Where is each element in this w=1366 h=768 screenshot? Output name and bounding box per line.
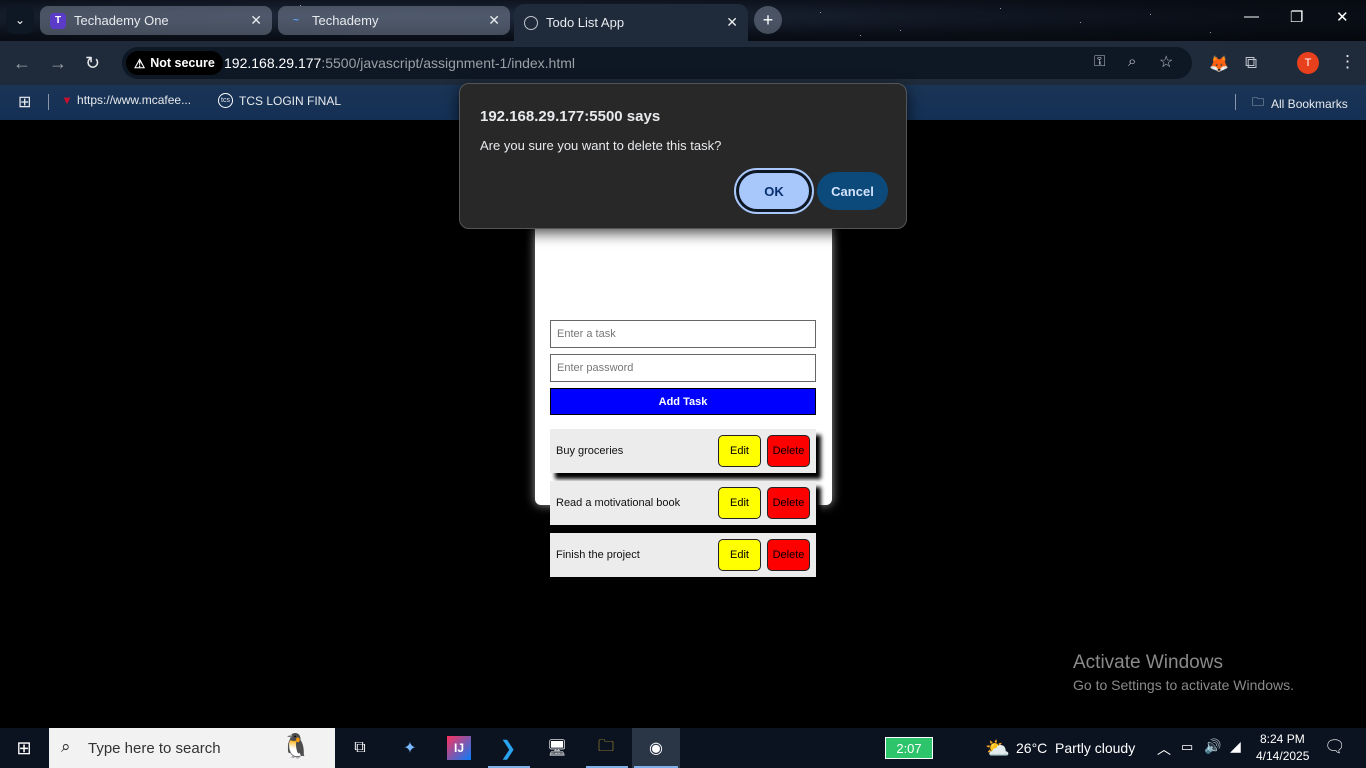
tab-strip: ⌄ T Techademy One ✕ ~ Techademy ✕ Todo L… bbox=[0, 0, 1366, 41]
techademy-icon: ~ bbox=[293, 15, 299, 26]
battery-icon[interactable]: ▭ bbox=[1181, 739, 1193, 755]
delete-button[interactable]: Delete bbox=[767, 487, 810, 519]
edit-button[interactable]: Edit bbox=[718, 487, 761, 519]
search-placeholder: Type here to search bbox=[88, 740, 221, 757]
tab-title: Todo List App bbox=[546, 15, 625, 30]
file-explorer-icon[interactable]: 🗀 bbox=[594, 736, 618, 760]
password-input[interactable]: Enter password bbox=[550, 354, 816, 382]
weather-text[interactable]: 26°C Partly cloudy bbox=[1016, 740, 1135, 756]
all-bookmarks[interactable]: 🗀 All Bookmarks bbox=[1252, 93, 1348, 114]
partly-cloudy-icon: ⛅ bbox=[985, 738, 1010, 760]
chrome-icon: ◉ bbox=[649, 740, 663, 757]
clock-date[interactable]: 4/14/2025 bbox=[1256, 749, 1309, 763]
notifications-icon[interactable]: 🗨 bbox=[1324, 737, 1346, 757]
restore-icon[interactable]: ❐ bbox=[1290, 8, 1303, 26]
chevron-up-icon[interactable]: ︿ bbox=[1157, 739, 1171, 759]
wifi-icon[interactable]: ◢ bbox=[1230, 738, 1241, 755]
close-icon[interactable]: ✕ bbox=[488, 12, 500, 29]
bookmark-tcs-login[interactable]: tcs TCS LOGIN FINAL bbox=[218, 93, 341, 108]
confirm-dialog: 192.168.29.177:5500 says Are you sure yo… bbox=[459, 83, 907, 229]
tab-title: Techademy One bbox=[74, 13, 169, 28]
close-icon[interactable]: ✕ bbox=[250, 12, 262, 29]
intellij-icon[interactable]: IJ bbox=[447, 736, 471, 760]
zoom-icon[interactable]: ⌕ bbox=[1128, 53, 1136, 70]
activate-windows-subtitle: Go to Settings to activate Windows. bbox=[1073, 677, 1294, 693]
minimize-icon[interactable]: — bbox=[1244, 8, 1259, 25]
task-view-icon[interactable]: ⧉ bbox=[348, 736, 372, 760]
back-icon[interactable]: ← bbox=[13, 53, 31, 74]
vscode-icon[interactable]: ❯ bbox=[496, 736, 520, 760]
ok-button[interactable]: OK bbox=[734, 168, 814, 214]
new-tab-button[interactable]: + bbox=[754, 6, 782, 34]
not-secure-chip[interactable]: ⚠ Not secure bbox=[126, 51, 223, 75]
bookmark-star-icon[interactable]: ☆ bbox=[1159, 52, 1173, 72]
url-text[interactable]: 192.168.29.177:5500/javascript/assignmen… bbox=[224, 55, 575, 71]
taskbar-search-box[interactable]: ⌕ Type here to search 🐧 bbox=[49, 728, 335, 768]
control-panel-icon[interactable]: 🖥 bbox=[545, 736, 569, 760]
bookmark-separator bbox=[1235, 94, 1236, 110]
task-item: Read a motivational book Edit Delete bbox=[550, 481, 816, 525]
todo-card: Enter a task Enter password Add Task Buy… bbox=[535, 220, 832, 577]
folder-icon: 🗀 bbox=[1252, 95, 1265, 109]
dialog-title: 192.168.29.177:5500 says bbox=[480, 108, 661, 125]
close-window-icon[interactable]: ✕ bbox=[1336, 8, 1349, 26]
apps-grid-icon[interactable]: ⊞ bbox=[18, 92, 31, 112]
tab-title: Techademy bbox=[312, 13, 379, 28]
task-label: Buy groceries bbox=[556, 445, 624, 457]
metamask-icon[interactable]: 🦊 bbox=[1209, 54, 1229, 74]
edit-button[interactable]: Edit bbox=[718, 539, 761, 571]
avatar[interactable]: T bbox=[1297, 52, 1319, 74]
reload-icon[interactable]: ↻ bbox=[85, 53, 100, 74]
chrome-taskbar-button[interactable]: ◉ bbox=[632, 728, 680, 768]
techademy-t-icon: T bbox=[50, 12, 66, 29]
activate-windows-title: Activate Windows bbox=[1073, 652, 1223, 673]
speaker-icon[interactable]: 🔊 bbox=[1204, 738, 1221, 755]
task-label: Finish the project bbox=[556, 549, 640, 561]
forward-icon[interactable]: → bbox=[49, 53, 67, 74]
tcs-icon: tcs bbox=[218, 93, 233, 108]
taskbar: ⊞ ⌕ Type here to search 🐧 ⧉ ✦ IJ ❯ 🖥 🗀 ◉… bbox=[0, 728, 1366, 768]
task-input[interactable]: Enter a task bbox=[550, 320, 816, 348]
task-item: Buy groceries Edit Delete bbox=[550, 429, 816, 473]
delete-button[interactable]: Delete bbox=[767, 435, 810, 467]
key-icon[interactable]: ⚿ bbox=[1094, 53, 1105, 70]
search-icon: ⌕ bbox=[61, 737, 71, 756]
extensions-icon[interactable]: ⧉ bbox=[1245, 53, 1257, 73]
task-item: Finish the project Edit Delete bbox=[550, 533, 816, 577]
puffin-icon: 🐧 bbox=[281, 733, 311, 760]
address-bar[interactable]: ⚠ Not secure 192.168.29.177:5500/javascr… bbox=[122, 47, 1192, 79]
windows-start-icon[interactable]: ⊞ bbox=[12, 736, 36, 760]
mcafee-icon: ▾ bbox=[64, 93, 71, 107]
add-task-button[interactable]: Add Task bbox=[550, 388, 816, 415]
tab-techademy-one[interactable]: T Techademy One ✕ bbox=[40, 6, 272, 35]
tab-search-button[interactable]: ⌄ bbox=[6, 6, 34, 34]
clock-time[interactable]: 8:24 PM bbox=[1260, 732, 1305, 746]
copilot-icon[interactable]: ✦ bbox=[398, 736, 422, 760]
bookmark-mcafee[interactable]: ▾ https://www.mcafee... bbox=[64, 93, 191, 107]
task-label: Read a motivational book bbox=[556, 497, 681, 509]
battery-widget[interactable]: 2:07 bbox=[885, 737, 933, 759]
dialog-message: Are you sure you want to delete this tas… bbox=[480, 138, 722, 153]
close-icon[interactable]: ✕ bbox=[726, 14, 738, 31]
menu-kebab-icon[interactable]: ⋮ bbox=[1339, 52, 1356, 72]
edit-button[interactable]: Edit bbox=[718, 435, 761, 467]
delete-button[interactable]: Delete bbox=[767, 539, 810, 571]
globe-icon bbox=[524, 15, 538, 30]
bookmark-separator bbox=[48, 94, 49, 110]
warning-icon: ⚠ bbox=[134, 56, 146, 71]
cancel-button[interactable]: Cancel bbox=[817, 172, 888, 210]
tab-techademy[interactable]: ~ Techademy ✕ bbox=[278, 6, 510, 35]
tab-todo-list-app[interactable]: Todo List App ✕ bbox=[514, 4, 748, 41]
